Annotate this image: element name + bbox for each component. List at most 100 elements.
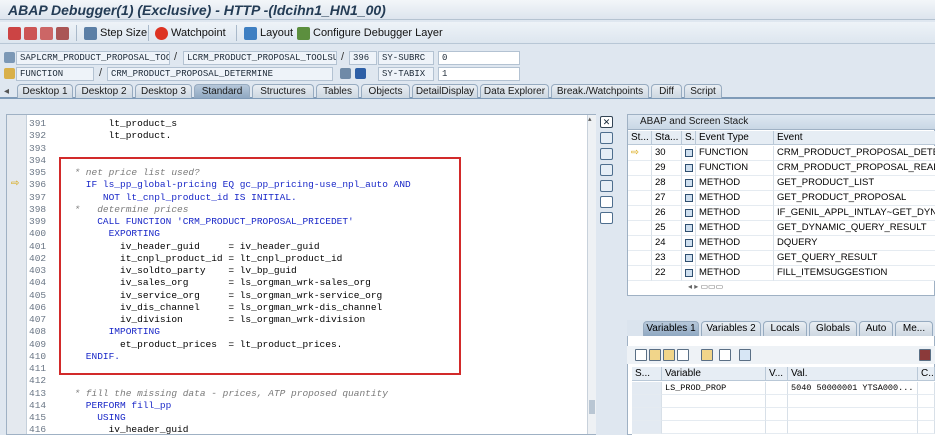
col-header-value[interactable]: Val. xyxy=(788,367,918,381)
tab-data-explorer[interactable]: Data Explorer xyxy=(480,84,549,98)
stack-row-icon[interactable] xyxy=(682,191,696,206)
stack-row-event[interactable]: GET_PRODUCT_PROPOSAL xyxy=(774,191,935,206)
tab-more[interactable]: Me... xyxy=(895,321,933,336)
delete-icon[interactable] xyxy=(635,349,647,361)
stack-row-event[interactable]: CRM_PRODUCT_PROPOSAL_READ xyxy=(774,161,935,176)
col-header-c[interactable]: C... xyxy=(918,367,935,381)
stack-row-number[interactable]: 29 xyxy=(652,161,682,176)
stack-row-event[interactable]: GET_QUERY_RESULT xyxy=(774,251,935,266)
configure-layer-button[interactable]: Configure Debugger Layer xyxy=(297,25,443,41)
stack-row-icon[interactable] xyxy=(682,236,696,251)
stack-row-marker[interactable] xyxy=(628,206,652,221)
stack-row-number[interactable]: 26 xyxy=(652,206,682,221)
var-row-status[interactable] xyxy=(632,421,662,434)
tab-locals[interactable]: Locals xyxy=(763,321,807,336)
code-line[interactable]: 413 * fill the missing data - prices, AT… xyxy=(7,388,587,400)
var-row-v[interactable] xyxy=(766,395,788,408)
code-line[interactable]: 391 lt_product_s xyxy=(7,118,587,130)
scroll-up-icon[interactable]: ▴ xyxy=(588,115,596,123)
step-return-button[interactable] xyxy=(40,25,56,41)
sysfield1-value[interactable]: 0 xyxy=(438,51,520,65)
stack-row-event[interactable]: FILL_ITEMSUGGESTION xyxy=(774,266,935,281)
col-header-status[interactable]: S... xyxy=(632,367,662,381)
step-over-button[interactable] xyxy=(24,25,40,41)
var-row-status[interactable] xyxy=(632,408,662,421)
stack-row-marker[interactable]: ⇨ xyxy=(628,146,652,161)
var-row-value[interactable]: 5040 50000001 YTSA000... xyxy=(788,382,918,395)
stack-row-event-type[interactable]: FUNCTION xyxy=(696,161,774,176)
col-header-st[interactable]: St... xyxy=(628,131,652,145)
stack-row-event[interactable]: GET_PRODUCT_LIST xyxy=(774,176,935,191)
replace-tool-icon[interactable] xyxy=(600,164,613,176)
swap-icon[interactable] xyxy=(600,148,613,160)
var-row-v[interactable] xyxy=(766,408,788,421)
stack-row-event[interactable]: CRM_PRODUCT_PROPOSAL_DETERMINE xyxy=(774,146,935,161)
tab-globals[interactable]: Globals xyxy=(809,321,857,336)
var-row-variable[interactable]: LS_PROD_PROP xyxy=(662,382,766,395)
info-icon[interactable] xyxy=(355,68,366,79)
stack-row-event[interactable]: GET_DYNAMIC_QUERY_RESULT xyxy=(774,221,935,236)
var-row-variable[interactable] xyxy=(662,408,766,421)
tab-desktop-1[interactable]: Desktop 1 xyxy=(17,84,73,98)
tab-script[interactable]: Script xyxy=(684,84,722,98)
stack-row-event-type[interactable]: METHOD xyxy=(696,176,774,191)
stack-row-number[interactable]: 22 xyxy=(652,266,682,281)
tab-scroll-left-icon[interactable]: ◂ xyxy=(4,86,9,97)
stack-row-number[interactable]: 30 xyxy=(652,146,682,161)
close-icon[interactable]: ✕ xyxy=(600,116,613,128)
step-size-button[interactable]: Step Size xyxy=(84,25,147,41)
col-header-variable[interactable]: Variable xyxy=(662,367,766,381)
stack-row-event[interactable]: DQUERY xyxy=(774,236,935,251)
stack-row-icon[interactable] xyxy=(682,146,696,161)
headset-icon[interactable] xyxy=(600,196,613,208)
code-line[interactable]: 393 xyxy=(7,143,587,155)
tab-variables-2[interactable]: Variables 2 xyxy=(701,321,761,336)
stack-row-icon[interactable] xyxy=(682,251,696,266)
filter-icon[interactable] xyxy=(677,349,689,361)
sysfield2-value[interactable]: 1 xyxy=(438,67,520,81)
var-row-c[interactable] xyxy=(918,382,935,395)
tab-auto[interactable]: Auto xyxy=(859,321,893,336)
var-row-variable[interactable] xyxy=(662,421,766,434)
link-icon[interactable] xyxy=(719,349,731,361)
tab-standard[interactable]: Standard xyxy=(194,84,250,98)
sysfield2-name[interactable]: SY-TABIX xyxy=(378,67,434,81)
var-row-status[interactable] xyxy=(632,395,662,408)
stack-row-marker[interactable] xyxy=(628,161,652,176)
code-line[interactable]: 415 USING xyxy=(7,412,587,424)
tree-icon[interactable] xyxy=(701,349,713,361)
stack-horizontal-scrollbar[interactable]: ◂ ▸ ▭▭▭ xyxy=(688,282,766,292)
stack-row-icon[interactable] xyxy=(682,161,696,176)
var-row-c[interactable] xyxy=(918,421,935,434)
stack-row-marker[interactable] xyxy=(628,176,652,191)
code-line[interactable]: 412 xyxy=(7,375,587,387)
type-field[interactable]: FUNCTION xyxy=(16,67,94,81)
watchpoint-button[interactable]: Watchpoint xyxy=(155,25,226,41)
stack-row-number[interactable]: 27 xyxy=(652,191,682,206)
var-row-v[interactable] xyxy=(766,382,788,395)
stack-row-event[interactable]: IF_GENIL_APPL_INTLAY~GET_DYNAMIC_ xyxy=(774,206,935,221)
col-header-event-type[interactable]: Event Type xyxy=(696,131,774,145)
tab-desktop-2[interactable]: Desktop 2 xyxy=(75,84,133,98)
var-row-variable[interactable] xyxy=(662,395,766,408)
var-row-c[interactable] xyxy=(918,395,935,408)
var-row-value[interactable] xyxy=(788,395,918,408)
line-field[interactable]: 396 xyxy=(349,51,377,65)
table-icon[interactable] xyxy=(663,349,675,361)
stack-row-marker[interactable] xyxy=(628,236,652,251)
stack-row-event-type[interactable]: FUNCTION xyxy=(696,146,774,161)
col-header-event[interactable]: Event xyxy=(774,131,935,145)
col-header-s[interactable]: S... xyxy=(682,131,696,145)
stack-row-number[interactable]: 25 xyxy=(652,221,682,236)
program-field[interactable]: SAPLCRM_PRODUCT_PROPOSAL_TOOLS xyxy=(16,51,170,65)
stack-row-icon[interactable] xyxy=(682,266,696,281)
sysfield1-name[interactable]: SY-SUBRC xyxy=(378,51,434,65)
event-name-field[interactable]: CRM_PRODUCT_PROPOSAL_DETERMINE xyxy=(107,67,333,81)
settings-icon[interactable] xyxy=(600,212,613,224)
tab-break-watchpoints[interactable]: Break./Watchpoints xyxy=(551,84,649,98)
code-line[interactable]: 392 lt_product. xyxy=(7,130,587,142)
stack-row-event-type[interactable]: METHOD xyxy=(696,251,774,266)
stack-row-marker[interactable] xyxy=(628,191,652,206)
stack-row-event-type[interactable]: METHOD xyxy=(696,236,774,251)
scrollbar-thumb[interactable] xyxy=(589,400,595,414)
